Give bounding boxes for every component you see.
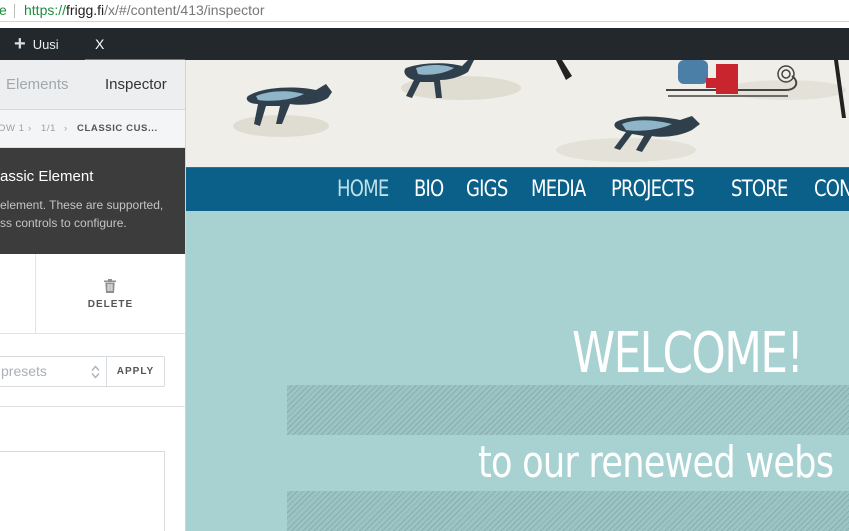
website-preview: HOME BIO GIGS MEDIA PROJECTS STORE CON W… <box>186 60 849 531</box>
tab-elements[interactable]: Elements <box>6 60 69 110</box>
plus-icon: + <box>14 33 26 55</box>
nav-item-contact[interactable]: CON <box>814 168 849 212</box>
element-title: assic Element <box>0 168 94 185</box>
close-builder-button[interactable]: X <box>95 28 104 60</box>
url-text[interactable]: https://frigg.fi/x/#/content/413/inspect… <box>24 0 264 20</box>
apply-button[interactable]: APPLY <box>106 356 165 387</box>
new-content-button[interactable]: + Uusi <box>14 28 59 60</box>
address-separator <box>14 4 15 18</box>
wolves-illustration <box>233 60 846 162</box>
presets-placeholder: presets <box>1 363 47 379</box>
breadcrumb-element: CLASSIC CUS... <box>77 123 158 134</box>
site-navigation: HOME BIO GIGS MEDIA PROJECTS STORE CON <box>186 167 849 211</box>
address-bar[interactable]: e https://frigg.fi/x/#/content/413/inspe… <box>0 0 849 22</box>
chevron-right-icon: › <box>28 123 32 134</box>
new-content-label: Uusi <box>32 36 59 52</box>
nav-item-projects[interactable]: PROJECTS <box>611 168 695 212</box>
security-indicator[interactable]: e <box>0 0 7 20</box>
chevron-right-icon: › <box>64 123 68 134</box>
breadcrumb-column[interactable]: 1/1 <box>41 110 56 148</box>
nav-item-home[interactable]: HOME <box>337 168 389 212</box>
welcome-section: WELCOME! to our renewed webs <box>186 211 849 531</box>
element-actions: DELETE <box>0 254 185 334</box>
welcome-subtitle: to our renewed webs <box>478 437 834 488</box>
decorative-stripe <box>287 491 849 531</box>
presets-select[interactable]: presets <box>0 356 107 387</box>
delete-label: DELETE <box>87 299 134 310</box>
nav-item-store[interactable]: STORE <box>731 168 788 212</box>
element-info-card: assic Element element. These are support… <box>0 148 185 254</box>
trash-icon <box>104 279 116 293</box>
inspector-panel: Elements Inspector OW 1 › 1/1 › CLASSIC … <box>0 60 186 531</box>
url-protocol: https:// <box>24 2 67 18</box>
welcome-heading: WELCOME! <box>572 321 804 386</box>
url-host: frigg.fi <box>66 2 105 18</box>
admin-bar: + Uusi X <box>0 28 849 60</box>
element-description: element. These are supported, ss control… <box>0 198 164 230</box>
breadcrumb-row[interactable]: OW 1 <box>0 110 25 148</box>
url-path: /x/#/content/413/inspector <box>104 2 265 18</box>
custom-content-editor[interactable] <box>0 451 165 531</box>
header-illustration <box>186 60 849 167</box>
decorative-stripe <box>287 385 849 435</box>
breadcrumb: OW 1 › 1/1 › CLASSIC CUS... <box>0 110 185 148</box>
tab-inspector[interactable]: Inspector <box>105 60 167 110</box>
nav-item-media[interactable]: MEDIA <box>531 168 586 212</box>
presets-row: presets APPLY <box>0 334 185 407</box>
updown-arrows-icon <box>91 365 100 379</box>
delete-button[interactable]: DELETE <box>36 254 185 334</box>
panel-tabs: Elements Inspector <box>0 60 185 110</box>
nav-item-gigs[interactable]: GIGS <box>466 168 508 212</box>
nav-item-bio[interactable]: BIO <box>414 168 444 212</box>
